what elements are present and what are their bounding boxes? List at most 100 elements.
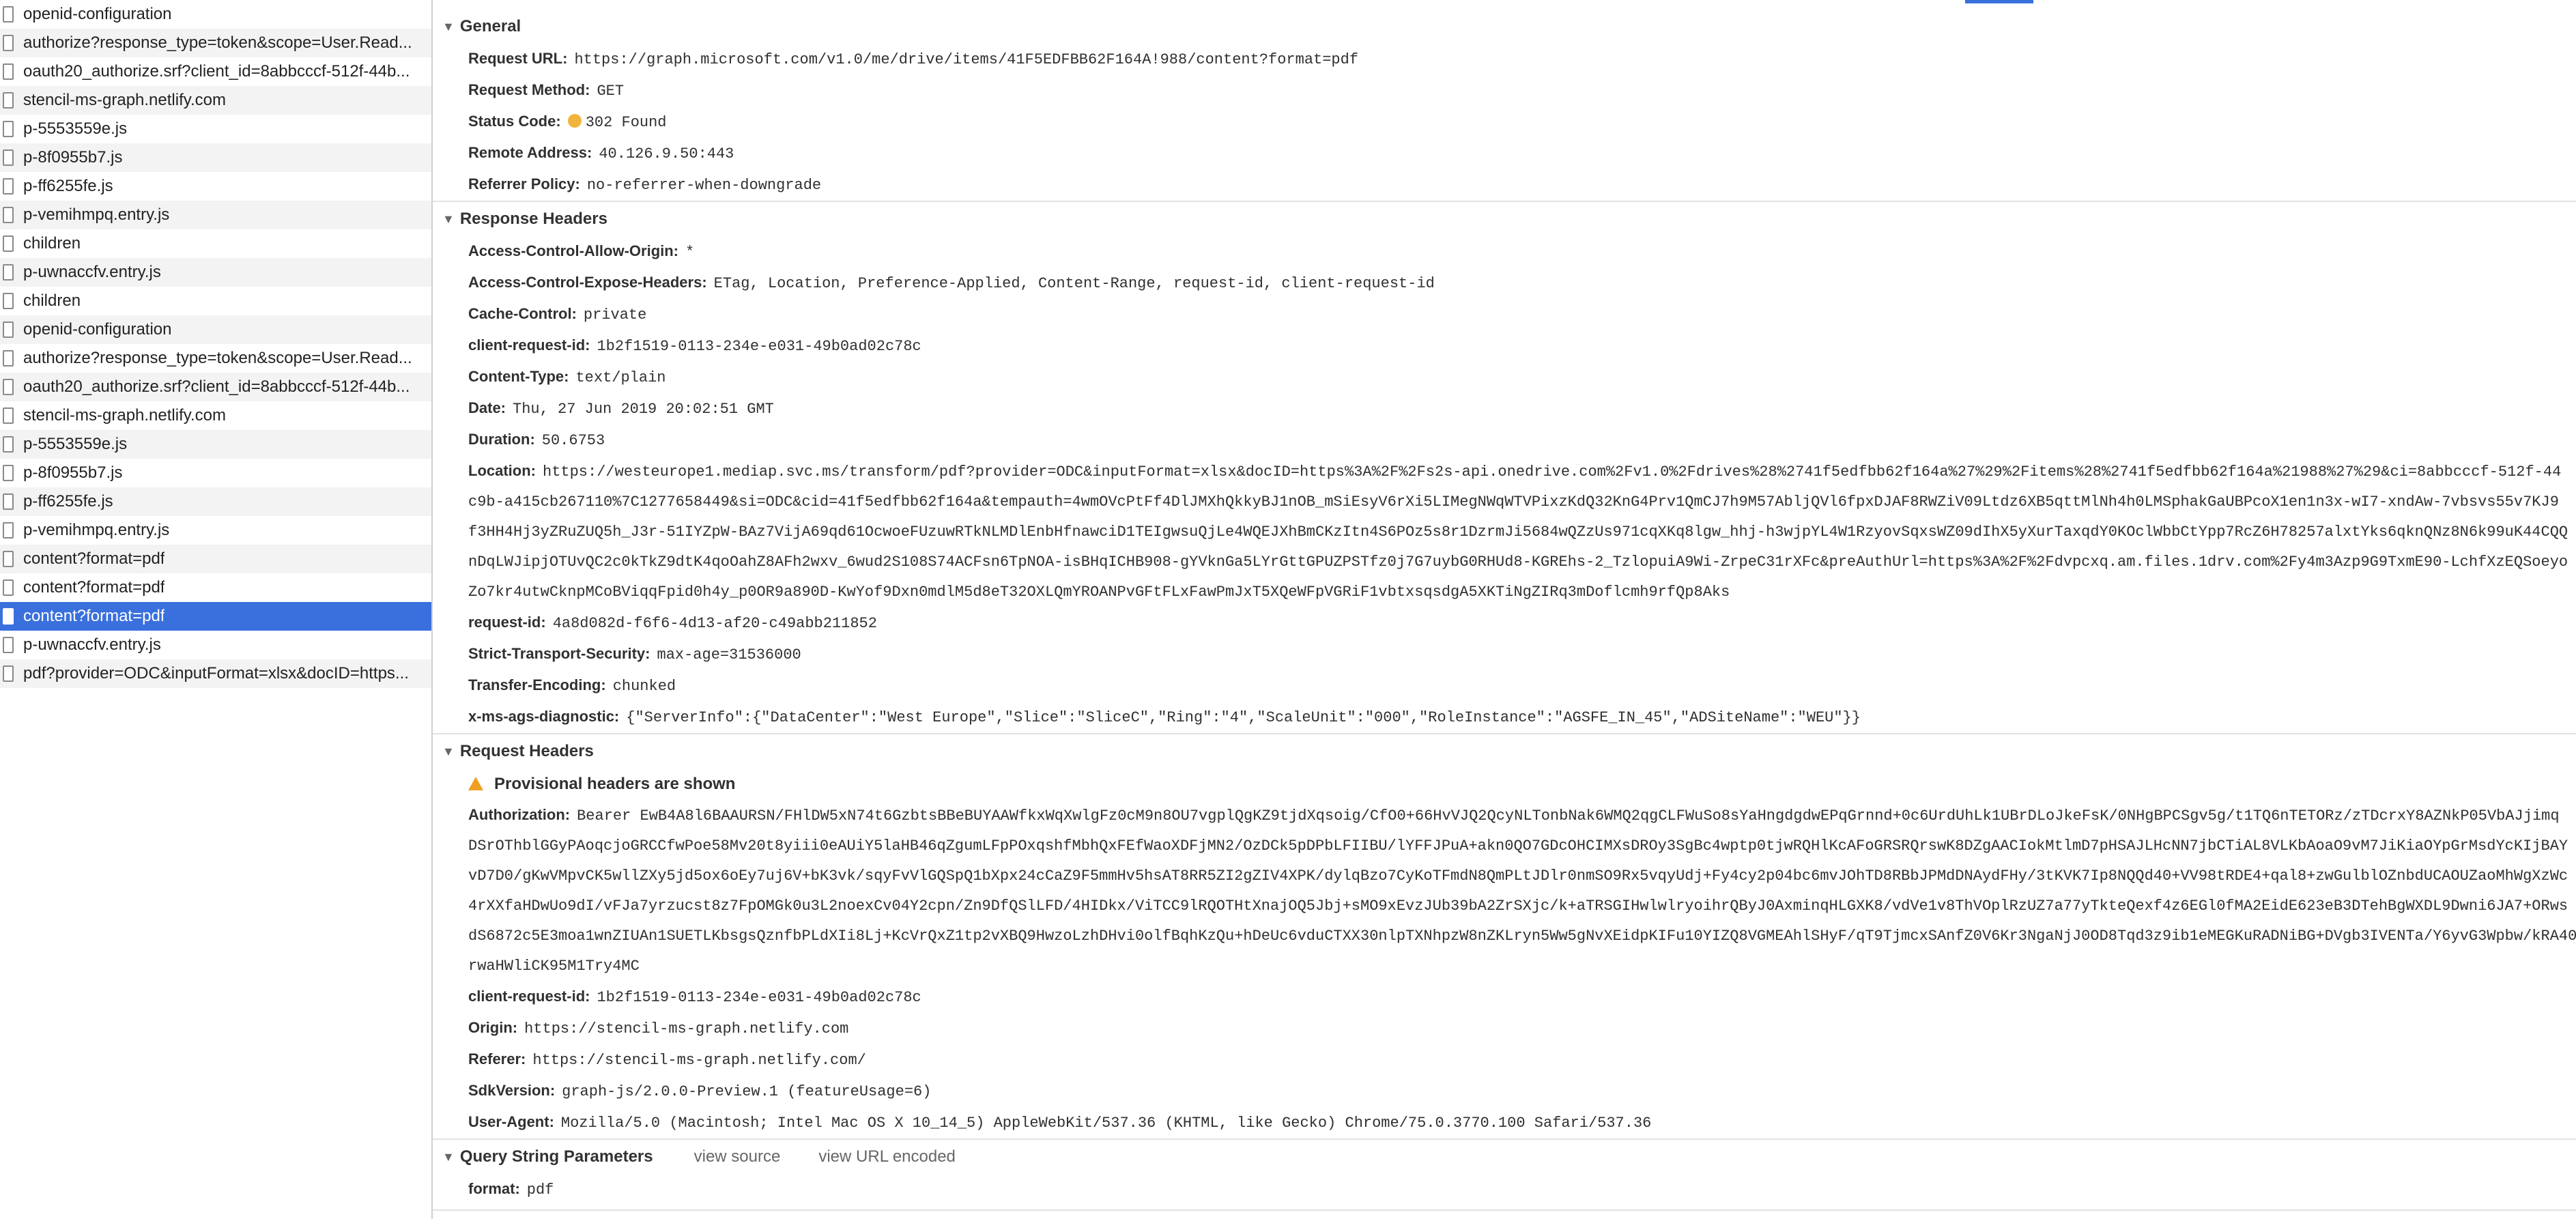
active-tab-indicator bbox=[1965, 0, 2033, 3]
request-name: oauth20_authorize.srf?client_id=8abbcccf… bbox=[23, 377, 410, 396]
sts-value: max-age=31536000 bbox=[657, 646, 801, 663]
file-icon bbox=[3, 436, 14, 453]
request-headers-title: Request Headers bbox=[459, 742, 594, 760]
request-name: p-ff6255fe.js bbox=[23, 492, 113, 511]
request-row[interactable]: children bbox=[0, 229, 431, 258]
response-headers-section-header[interactable]: ▼ Response Headers bbox=[433, 202, 2576, 236]
request-name: p-5553559e.js bbox=[23, 119, 128, 138]
file-icon bbox=[3, 522, 14, 539]
request-row[interactable]: stencil-ms-graph.netlify.com bbox=[0, 86, 431, 115]
request-headers-section-header[interactable]: ▼ Request Headers bbox=[433, 734, 2576, 769]
authorization-row: Authorization: Bearer EwB4A8l6BAAURSN/FHl… bbox=[433, 800, 2576, 831]
request-name: pdf?provider=ODC&inputFormat=xlsx&docID=… bbox=[23, 664, 409, 683]
sdk-version-key: SdkVersion: bbox=[468, 1082, 556, 1099]
origin-row: Origin: https://stencil-ms-graph.netlify.… bbox=[433, 1013, 2576, 1044]
request-row[interactable]: content?format=pdf bbox=[0, 602, 431, 631]
triangle-down-icon[interactable]: ▼ bbox=[442, 212, 455, 227]
file-icon bbox=[3, 235, 14, 252]
general-title: General bbox=[459, 17, 521, 35]
request-row[interactable]: p-8f0955b7.js bbox=[0, 143, 431, 172]
view-source-link[interactable]: view source bbox=[694, 1147, 781, 1166]
request-row[interactable]: p-5553559e.js bbox=[0, 430, 431, 459]
file-icon bbox=[3, 551, 14, 567]
provisional-headers-warning: Provisional headers are shown bbox=[433, 769, 2576, 800]
request-row[interactable]: openid-configuration bbox=[0, 315, 431, 344]
file-icon bbox=[3, 579, 14, 596]
request-row[interactable]: children bbox=[0, 287, 431, 315]
request-method-key: Request Method: bbox=[468, 81, 590, 98]
request-row[interactable]: content?format=pdf bbox=[0, 545, 431, 573]
x-ms-ags-diagnostic-value: {"ServerInfo":{"DataCenter":"West Europe… bbox=[626, 709, 1861, 726]
triangle-down-icon[interactable]: ▼ bbox=[442, 20, 455, 34]
location-value-line: c9b-a415cb267110%7C1277658449&si=ODC&cid… bbox=[468, 493, 2559, 511]
status-code-value: 302 Found bbox=[585, 114, 667, 131]
aceh-value: ETag, Location, Preference-Applied, Cont… bbox=[713, 275, 1435, 292]
request-name: p-vemihmpq.entry.js bbox=[23, 205, 170, 224]
file-icon bbox=[3, 35, 14, 51]
request-name: p-5553559e.js bbox=[23, 435, 128, 453]
request-id-row: request-id: 4a8d082d-f6f6-4d13-af20-c49ab… bbox=[433, 607, 2576, 639]
file-icon bbox=[3, 407, 14, 424]
request-row[interactable]: openid-configuration bbox=[0, 0, 431, 29]
request-row[interactable]: content?format=pdf bbox=[0, 573, 431, 602]
file-icon bbox=[3, 207, 14, 223]
cache-control-value: private bbox=[583, 306, 647, 324]
date-key: Date: bbox=[468, 399, 506, 416]
req-client-request-id-value: 1b2f1519-0113-234e-e031-49b0ad02c78c bbox=[597, 989, 921, 1006]
request-row[interactable]: stencil-ms-graph.netlify.com bbox=[0, 401, 431, 430]
query-string-section-header[interactable]: ▼ Query String Parameters view source vi… bbox=[433, 1140, 2576, 1174]
location-value-line: f3HH4Hj3yZRuZUQ5h_J3r-51IYZpW-BAz7VijA69… bbox=[468, 524, 2568, 541]
referer-key: Referer: bbox=[468, 1050, 526, 1067]
request-row[interactable]: authorize?response_type=token&scope=User… bbox=[0, 29, 431, 57]
request-row[interactable]: p-vemihmpq.entry.js bbox=[0, 516, 431, 545]
triangle-down-icon[interactable]: ▼ bbox=[442, 1150, 455, 1164]
file-icon bbox=[3, 6, 14, 23]
request-name: content?format=pdf bbox=[23, 607, 165, 625]
authorization-value-line: 4rXXfaHDwUo9dI/vFJa7yrzucst8z7FpOMGk0u3L… bbox=[468, 898, 2568, 915]
request-name: children bbox=[23, 234, 81, 253]
request-row[interactable]: oauth20_authorize.srf?client_id=8abbcccf… bbox=[0, 373, 431, 401]
referrer-policy-value: no-referrer-when-downgrade bbox=[586, 177, 822, 194]
view-url-encoded-link[interactable]: view URL encoded bbox=[818, 1147, 956, 1166]
referrer-policy-key: Referrer Policy: bbox=[468, 175, 580, 192]
request-method-value: GET bbox=[597, 83, 625, 100]
referer-value: https://stencil-ms-graph.netlify.com/ bbox=[532, 1052, 866, 1069]
request-name: stencil-ms-graph.netlify.com bbox=[23, 406, 226, 425]
req-client-request-id-key: client-request-id: bbox=[468, 988, 590, 1005]
request-url-key: Request URL: bbox=[468, 50, 568, 67]
request-row[interactable]: p-uwnaccfv.entry.js bbox=[0, 631, 431, 659]
file-icon bbox=[3, 608, 14, 625]
user-agent-row: User-Agent: Mozilla/5.0 (Macintosh; Intel… bbox=[433, 1107, 2576, 1138]
request-name: p-ff6255fe.js bbox=[23, 177, 113, 195]
request-row[interactable]: oauth20_authorize.srf?client_id=8abbcccf… bbox=[0, 57, 431, 86]
warning-icon bbox=[468, 776, 483, 790]
request-row[interactable]: p-uwnaccfv.entry.js bbox=[0, 258, 431, 287]
format-param-row: format: pdf bbox=[433, 1174, 2576, 1205]
acao-key: Access-Control-Allow-Origin: bbox=[468, 242, 679, 259]
file-icon bbox=[3, 178, 14, 195]
request-row[interactable]: p-8f0955b7.js bbox=[0, 459, 431, 487]
request-row[interactable]: p-ff6255fe.js bbox=[0, 172, 431, 201]
remote-address-key: Remote Address: bbox=[468, 144, 592, 161]
request-row[interactable]: authorize?response_type=token&scope=User… bbox=[0, 344, 431, 373]
authorization-value-line: dS6872c5E3moa1wnZIUAn1SUETLKbsgsQznfbPLd… bbox=[468, 928, 2576, 945]
client-request-id-row: client-request-id: 1b2f1519-0113-234e-e03… bbox=[433, 330, 2576, 362]
cache-control-row: Cache-Control: private bbox=[433, 299, 2576, 330]
sts-row: Strict-Transport-Security: max-age=315360… bbox=[433, 639, 2576, 670]
request-row[interactable]: p-5553559e.js bbox=[0, 115, 431, 143]
content-type-key: Content-Type: bbox=[468, 368, 569, 385]
user-agent-value: Mozilla/5.0 (Macintosh; Intel Mac OS X 1… bbox=[560, 1115, 1652, 1132]
query-string-title: Query String Parameters bbox=[459, 1147, 653, 1166]
triangle-down-icon[interactable]: ▼ bbox=[442, 745, 455, 759]
request-row[interactable]: p-ff6255fe.js bbox=[0, 487, 431, 516]
general-section-header[interactable]: ▼ General bbox=[433, 10, 2576, 44]
file-icon bbox=[3, 63, 14, 80]
transfer-encoding-row: Transfer-Encoding: chunked bbox=[433, 670, 2576, 702]
request-row[interactable]: p-vemihmpq.entry.js bbox=[0, 201, 431, 229]
request-row[interactable]: pdf?provider=ODC&inputFormat=xlsx&docID=… bbox=[0, 659, 431, 688]
transfer-encoding-key: Transfer-Encoding: bbox=[468, 676, 606, 693]
request-list: openid-configuration authorize?response_t… bbox=[0, 0, 433, 1219]
request-url-value: https://graph.microsoft.com/v1.0/me/driv… bbox=[574, 51, 1359, 68]
remote-address-row: Remote Address: 40.126.9.50:443 bbox=[433, 138, 2576, 169]
aceh-key: Access-Control-Expose-Headers: bbox=[468, 274, 707, 291]
